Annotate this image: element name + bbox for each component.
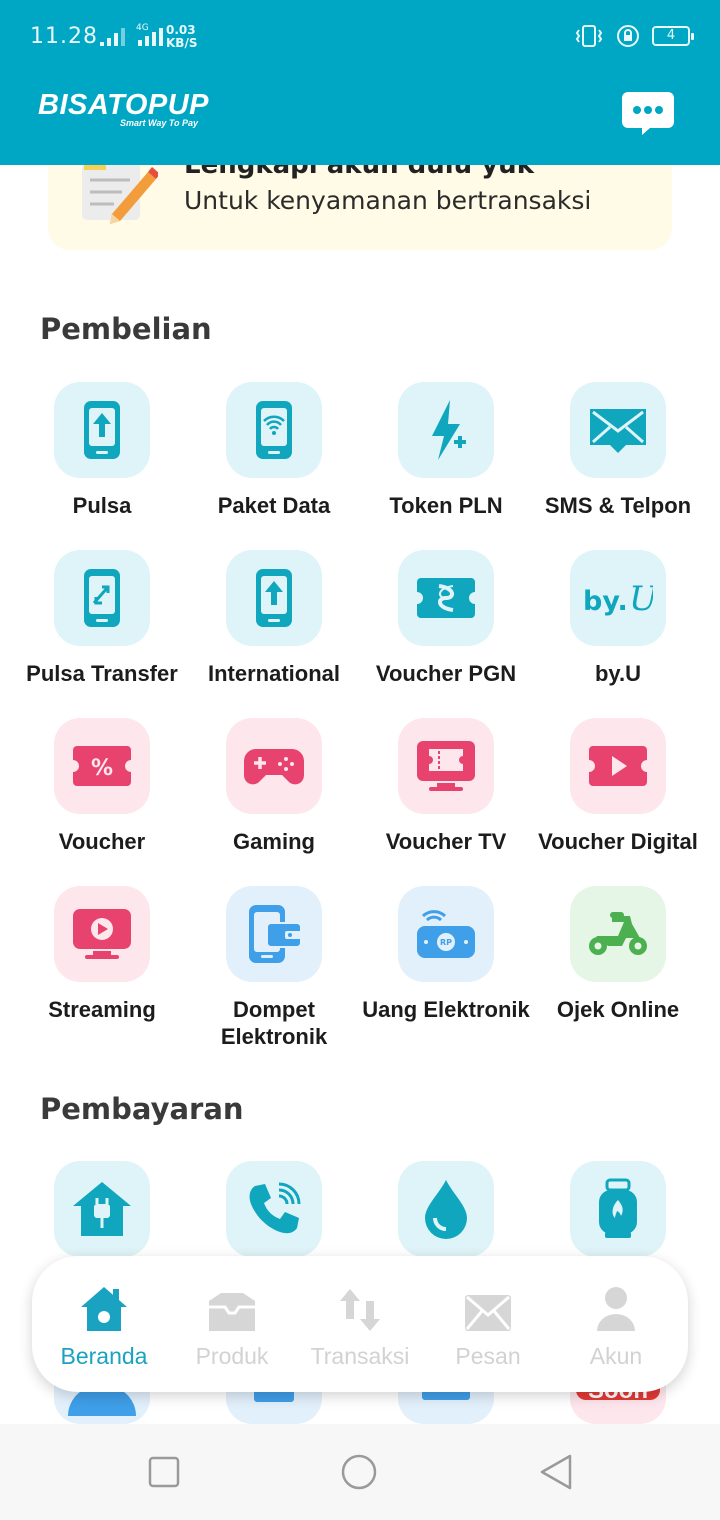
- menu-item-voucher-tv[interactable]: Voucher TV: [360, 718, 532, 855]
- payment-item-telpon[interactable]: [188, 1161, 360, 1257]
- percent-ticket-icon: %: [73, 746, 131, 786]
- house-plug-icon: [73, 1182, 131, 1236]
- envelope-icon: [590, 409, 646, 453]
- menu-item-paket-data[interactable]: Paket Data: [188, 382, 360, 519]
- menu-item-dompet-elektronik[interactable]: Dompet Elektronik: [188, 886, 360, 1050]
- system-navigation-bar: [0, 1424, 720, 1520]
- menu-item-international[interactable]: International: [188, 550, 360, 687]
- phone-wifi-icon: [256, 401, 292, 459]
- nav-tab-beranda[interactable]: Beranda: [40, 1279, 168, 1370]
- rotation-lock-icon: [617, 25, 639, 47]
- phone-wallet-icon: [249, 905, 302, 963]
- menu-item-pulsa[interactable]: Pulsa: [16, 382, 188, 519]
- menu-item-gaming[interactable]: Gaming: [188, 718, 360, 855]
- svg-text:%: %: [91, 756, 113, 781]
- phone-transfer-icon: [84, 569, 120, 627]
- menu-item-pulsa-transfer[interactable]: Pulsa Transfer: [16, 550, 188, 687]
- rp-card-icon: RP: [417, 910, 475, 958]
- banner-subtitle: Untuk kenyamanan bertransaksi: [184, 186, 592, 215]
- bottom-navigation: Beranda Produk Transaksi Pesan Akun: [32, 1256, 688, 1392]
- menu-item-ojek-online[interactable]: Ojek Online: [532, 886, 704, 1023]
- vibrate-icon: [575, 25, 603, 47]
- menu-item-uang-elektronik[interactable]: RP Uang Elektronik: [360, 886, 532, 1023]
- phone-call-icon: [249, 1182, 301, 1234]
- transfer-arrows-icon: [340, 1288, 380, 1331]
- water-drop-icon: [425, 1180, 467, 1239]
- status-time: 11.28: [30, 24, 98, 49]
- signal-strength-2-icon: [138, 24, 163, 46]
- lightning-plus-icon: [432, 400, 466, 460]
- app-logo: BISATOPUP Smart Way To Pay: [38, 89, 210, 128]
- menu-item-sms-telpon[interactable]: SMS & Telpon: [532, 382, 704, 519]
- app-header: 11.28 4G 0.03 KB/S 4 BISATOPUP Smart Way…: [0, 0, 720, 165]
- box-icon: [209, 1292, 255, 1331]
- menu-item-voucher-digital[interactable]: Voucher Digital: [532, 718, 704, 855]
- status-bar: 11.28 4G 0.03 KB/S 4: [0, 0, 720, 70]
- payment-item-gas[interactable]: [532, 1161, 704, 1257]
- nav-tab-pesan[interactable]: Pesan: [424, 1279, 552, 1370]
- payment-item-pln[interactable]: [16, 1161, 188, 1257]
- byu-logo-icon: by. U: [583, 579, 653, 619]
- gas-cylinder-icon: [599, 1178, 637, 1238]
- svg-text:RP: RP: [440, 938, 452, 947]
- menu-item-voucher[interactable]: % Voucher: [16, 718, 188, 855]
- play-ticket-icon: [589, 746, 647, 786]
- mail-icon: [465, 1294, 511, 1331]
- phone-upload-icon: [84, 401, 120, 459]
- menu-item-voucher-pgn[interactable]: Voucher PGN: [360, 550, 532, 687]
- tv-ticket-icon: [417, 741, 475, 791]
- pgn-ticket-icon: [417, 578, 475, 618]
- section-title-purchase: Pembelian: [40, 312, 212, 346]
- svg-text:by.: by.: [583, 586, 628, 617]
- battery-indicator: 4: [652, 26, 694, 46]
- chat-icon[interactable]: [620, 90, 676, 136]
- menu-item-token-pln[interactable]: Token PLN: [360, 382, 532, 519]
- svg-text:U: U: [629, 579, 653, 619]
- home-button-icon[interactable]: [340, 1453, 378, 1491]
- nav-tab-transaksi[interactable]: Transaksi: [296, 1279, 424, 1370]
- gamepad-icon: [243, 749, 305, 785]
- signal-strength-1-icon: [100, 24, 125, 46]
- scooter-icon: [589, 912, 647, 955]
- payment-item-pdam[interactable]: [360, 1161, 532, 1257]
- menu-item-byu[interactable]: by. U by.U: [532, 550, 704, 687]
- recent-apps-icon[interactable]: [148, 1456, 180, 1488]
- phone-upload-icon: [256, 569, 292, 627]
- tv-play-icon: [73, 909, 131, 959]
- nav-tab-akun[interactable]: Akun: [552, 1279, 680, 1370]
- home-icon: [81, 1286, 127, 1331]
- menu-item-streaming[interactable]: Streaming: [16, 886, 188, 1023]
- section-title-payment: Pembayaran: [40, 1092, 244, 1126]
- network-speed: 0.03 KB/S: [166, 23, 198, 50]
- nav-tab-produk[interactable]: Produk: [168, 1279, 296, 1370]
- person-icon: [597, 1286, 635, 1331]
- back-icon[interactable]: [538, 1454, 574, 1490]
